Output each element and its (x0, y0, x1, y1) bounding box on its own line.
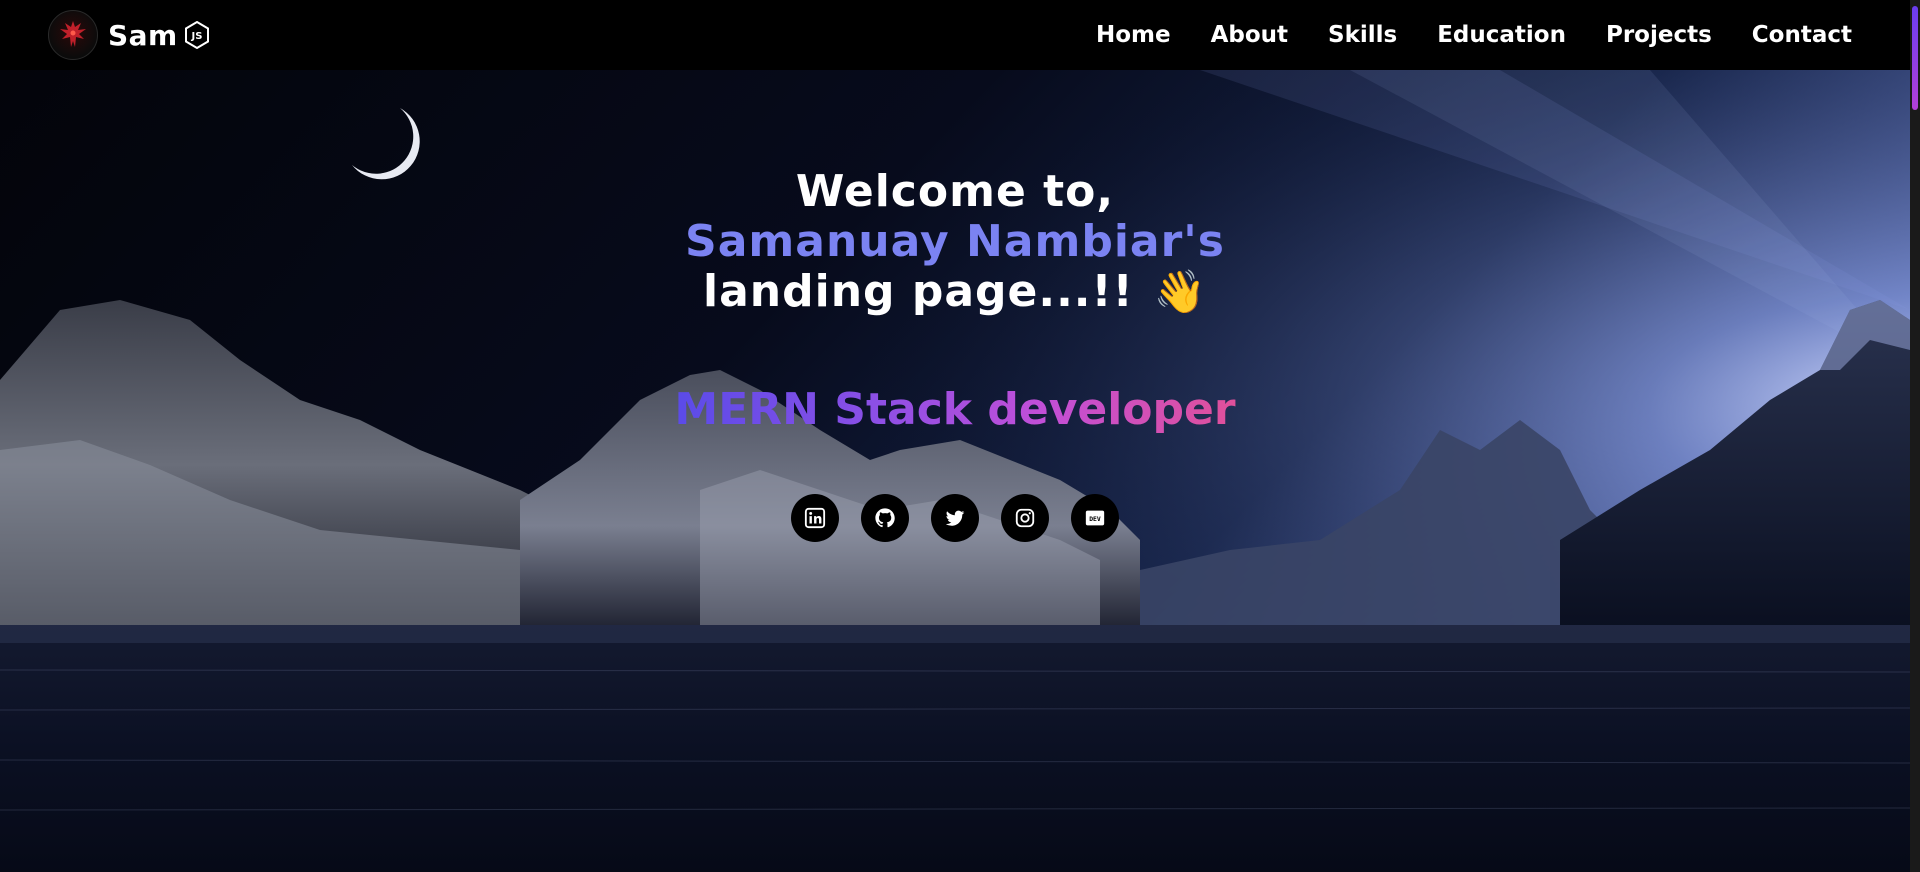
navbar: Sam JS Home About Skills Education Proje… (0, 0, 1910, 70)
welcome-line-1: Welcome to, (795, 166, 1115, 217)
nav-home[interactable]: Home (1096, 22, 1171, 48)
owner-name: Samanuay Nambiar's (685, 216, 1225, 267)
nav-links: Home About Skills Education Projects Con… (1096, 0, 1852, 70)
waving-hand-icon: 👋 (1153, 267, 1207, 316)
instagram-icon (1015, 508, 1035, 528)
twitter-button[interactable] (931, 494, 979, 542)
landing-page-text: landing page...!! (703, 266, 1134, 317)
linkedin-button[interactable] (791, 494, 839, 542)
brand-name: Sam (108, 18, 178, 52)
dev-button[interactable]: DEV (1071, 494, 1119, 542)
nav-contact[interactable]: Contact (1752, 22, 1852, 48)
nodejs-icon: JS (184, 21, 209, 49)
phoenix-logo-icon (48, 10, 98, 60)
github-icon (875, 508, 895, 528)
instagram-button[interactable] (1001, 494, 1049, 542)
nav-about[interactable]: About (1211, 22, 1288, 48)
role-title: MERN Stack developer (0, 384, 1910, 435)
welcome-line-3: landing page...!! 👋 (0, 266, 1910, 317)
dev-icon: DEV (1085, 510, 1105, 526)
page-scrollbar[interactable] (1910, 0, 1920, 872)
svg-text:DEV: DEV (1089, 515, 1101, 523)
social-links: DEV (0, 494, 1910, 542)
twitter-icon (945, 510, 965, 526)
hero-section: Welcome to, Samanuay Nambiar's landing p… (0, 70, 1910, 872)
nav-projects[interactable]: Projects (1606, 22, 1712, 48)
nav-skills[interactable]: Skills (1328, 22, 1397, 48)
svg-text:JS: JS (190, 31, 202, 42)
github-button[interactable] (861, 494, 909, 542)
scrollbar-thumb[interactable] (1912, 6, 1918, 110)
role-text: MERN Stack developer (674, 384, 1236, 435)
linkedin-icon (804, 507, 826, 529)
brand[interactable]: Sam JS (48, 9, 210, 61)
nav-education[interactable]: Education (1437, 22, 1566, 48)
